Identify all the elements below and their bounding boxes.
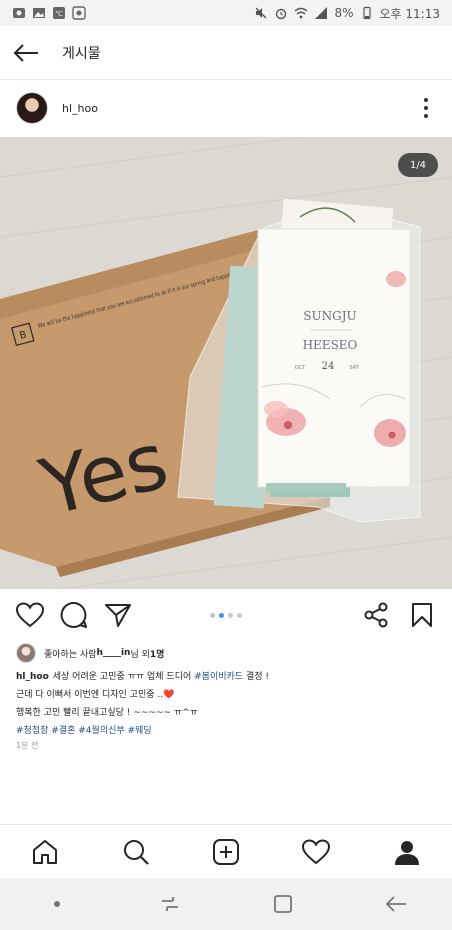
caption-line-3: 행복한 고민 빨리 끝내고싶당 ! ~~~~~ ㅠ^ㅠ: [16, 708, 198, 718]
carousel-indicator: [210, 612, 242, 618]
likes-prefix: 좋아하는 사람: [44, 649, 97, 660]
dot-icon: [424, 114, 428, 118]
weather-icon: ℃: [53, 7, 65, 19]
square-home-icon: [273, 895, 292, 913]
post-header: hl_hoo: [0, 80, 452, 136]
post-timestamp: 1분 전: [16, 741, 39, 750]
system-dot-button[interactable]: [37, 884, 77, 924]
dot-icon: [424, 106, 428, 110]
page-title: 게시물: [62, 45, 101, 62]
back-button[interactable]: [0, 26, 52, 80]
likes-count[interactable]: 1명: [150, 647, 165, 660]
share-icon: [364, 602, 388, 628]
share-link-button[interactable]: [360, 599, 392, 631]
likes-row[interactable]: 좋아하는 사람 h____in 님 외 1명: [16, 642, 164, 664]
recent-apps-button[interactable]: [150, 884, 190, 924]
caption-hashtags: #청첩장 #결혼 #4월의신부 #웨딩: [16, 722, 436, 740]
profile-icon: [394, 840, 419, 865]
caption-text: 근데 다 이뻐서 이번엔 디자인 고민중 ..: [16, 690, 164, 700]
post-actions: [0, 594, 452, 636]
nav-profile[interactable]: [387, 832, 427, 872]
liker-username[interactable]: h____in: [97, 648, 131, 658]
status-left-icons: ℃: [12, 6, 86, 20]
bookmark-icon: [412, 603, 432, 627]
likes-suffix: 님 외: [130, 649, 150, 660]
alarm-icon: [276, 8, 287, 20]
clock: 오후 11:13: [379, 6, 440, 21]
dot-icon: [53, 901, 60, 907]
mute-icon: [256, 7, 267, 19]
share-button[interactable]: [102, 599, 134, 631]
hashtag[interactable]: #4월의신부: [78, 726, 124, 736]
image-icon: [33, 8, 45, 18]
hashtag[interactable]: #웨딩: [128, 726, 152, 736]
nav-home[interactable]: [25, 832, 65, 872]
card-weekday: SAT: [349, 365, 359, 371]
card-name-2: HEESEO: [303, 338, 358, 352]
liker-avatar: [16, 643, 36, 663]
actions-right: [360, 599, 438, 631]
hashtag[interactable]: #봄이비카드: [194, 672, 243, 682]
svg-text:℃: ℃: [55, 10, 63, 18]
bottom-navigation: [0, 824, 452, 878]
hashtag[interactable]: #결혼: [51, 726, 75, 736]
home-system-button[interactable]: [263, 884, 303, 924]
caption-text: 결정 !: [243, 672, 269, 682]
image-counter-badge: 1/4: [398, 153, 438, 177]
battery-percent: 8%: [334, 6, 354, 20]
app-icon: [13, 8, 25, 18]
caption-line-2: 근데 다 이뻐서 이번엔 디자인 고민중 ..❤️: [16, 686, 436, 704]
caption-line-1: hl_hoo 세상 어려운 고민중 ㅠㅠ 업체 드디어 #봄이비카드 결정 !: [16, 668, 436, 686]
nav-new-post[interactable]: [206, 832, 246, 872]
top-app-bar: 게시물: [0, 26, 452, 80]
card-name-1: SUNGJU: [303, 309, 356, 323]
caption-text: 세상 어려운 고민중 ㅠㅠ 업체 드디어: [52, 672, 195, 682]
dot-icon: [424, 98, 428, 102]
nav-search[interactable]: [116, 832, 156, 872]
caption-username[interactable]: hl_hoo: [16, 672, 49, 682]
card-day: 24: [322, 361, 335, 372]
status-right-icons: 8% 오후 11:13: [254, 5, 440, 22]
home-icon: [33, 839, 58, 864]
post-caption: hl_hoo 세상 어려운 고민중 ㅠㅠ 업체 드디어 #봄이비카드 결정 ! 근…: [16, 668, 436, 740]
recent-apps-icon: [161, 897, 178, 911]
nav-activity[interactable]: [296, 832, 336, 872]
comment-button[interactable]: [58, 599, 90, 631]
search-icon: [123, 839, 149, 865]
back-arrow-icon: [385, 896, 406, 912]
signal-icon: [315, 7, 328, 19]
photo-illustration: B We will be the happiness that you are …: [0, 137, 452, 589]
heart-icon: [16, 602, 44, 628]
add-post-icon: [212, 838, 239, 865]
settings-icon: [72, 6, 86, 20]
card-month: OCT: [295, 365, 306, 371]
post-photo[interactable]: B We will be the happiness that you are …: [0, 137, 452, 589]
like-button[interactable]: [14, 599, 46, 631]
avatar[interactable]: [16, 92, 48, 124]
comment-icon: [60, 601, 87, 628]
carousel-dot-active: [219, 612, 224, 618]
carousel-dot: [210, 612, 215, 618]
post-username[interactable]: hl_hoo: [62, 102, 98, 115]
save-button[interactable]: [406, 599, 438, 631]
more-options-button[interactable]: [416, 95, 436, 121]
system-navigation: [0, 878, 452, 930]
carousel-dot: [228, 612, 233, 618]
heart-icon: [302, 838, 331, 864]
heart-emoji: ❤️: [163, 690, 175, 700]
battery-icon: [362, 6, 371, 20]
status-bar: ℃ 8% 오후 11:13: [0, 0, 452, 26]
wifi-icon: [295, 7, 308, 19]
back-arrow-icon: [13, 43, 38, 62]
system-back-button[interactable]: [376, 884, 416, 924]
send-icon: [105, 604, 131, 627]
carousel-dot: [237, 612, 242, 618]
hashtag[interactable]: #청첩장: [16, 726, 48, 736]
